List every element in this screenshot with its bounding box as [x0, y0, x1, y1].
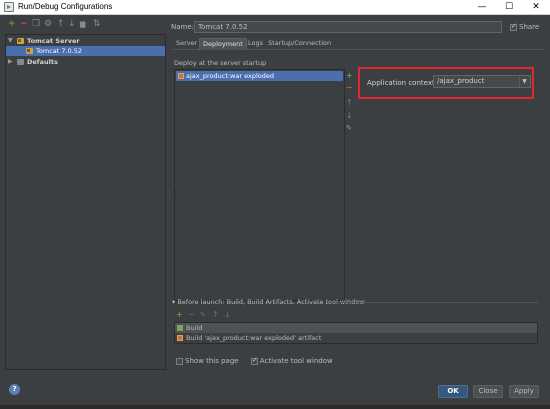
- app-icon: [4, 2, 14, 12]
- add-deploy-icon[interactable]: +: [346, 71, 353, 80]
- show-page-label: Show this page: [185, 357, 239, 365]
- minimize-button[interactable]: —: [468, 0, 496, 15]
- remove-deploy-icon[interactable]: −: [346, 83, 353, 92]
- before-launch-item-label: Build: [186, 324, 203, 332]
- window-title: Run/Debug Configurations: [18, 2, 113, 11]
- configuration-editor: Name: Tomcat 7.0.52 Share Server Deploym…: [171, 18, 548, 370]
- move-up-icon[interactable]: ↑: [212, 310, 219, 320]
- before-launch-item-artifact[interactable]: Build 'ajax_product:war exploded' artifa…: [175, 333, 537, 343]
- tomcat-icon: [17, 38, 24, 44]
- tab-deployment[interactable]: Deployment: [199, 38, 247, 50]
- tree-item-tomcat-server[interactable]: ▼ Tomcat Server: [6, 36, 165, 46]
- deploy-item[interactable]: ajax_product:war exploded: [176, 71, 343, 81]
- deploy-list: ajax_product:war exploded: [174, 69, 345, 301]
- remove-task-icon[interactable]: −: [188, 310, 195, 320]
- application-context-combobox[interactable]: /ajax_product ▼: [433, 75, 531, 88]
- before-launch-item-label: Build 'ajax_product:war exploded' artifa…: [186, 334, 322, 342]
- activate-tool-window-label: Activate tool window: [259, 357, 333, 365]
- tree-item-label: Tomcat 7.0.52: [36, 47, 83, 55]
- tab-server[interactable]: Server: [173, 38, 200, 50]
- deploy-item-label: ajax_product:war exploded: [186, 72, 274, 80]
- edit-task-icon[interactable]: ✎: [200, 310, 206, 320]
- ok-button[interactable]: OK: [438, 385, 468, 398]
- build-icon: [177, 325, 183, 331]
- remove-configuration-icon[interactable]: −: [20, 19, 28, 29]
- help-icon[interactable]: ?: [9, 384, 20, 395]
- tab-startup-connection[interactable]: Startup/Connection: [265, 38, 334, 50]
- tab-logs[interactable]: Logs: [245, 38, 266, 50]
- dialog-footer: ? OK Close Apply: [0, 372, 550, 409]
- before-launch-item-build[interactable]: Build: [175, 323, 537, 333]
- separator: [329, 302, 538, 303]
- share-label: Share: [519, 23, 540, 31]
- artifact-icon: [178, 73, 184, 79]
- expand-arrow-icon[interactable]: ▼: [8, 36, 13, 46]
- before-launch-list: Build Build 'ajax_product:war exploded' …: [174, 322, 538, 344]
- tree-item-tomcat-config[interactable]: Tomcat 7.0.52: [6, 46, 165, 56]
- tree-item-label: Tomcat Server: [27, 37, 80, 45]
- tree-item-label: Defaults: [27, 58, 58, 66]
- name-field[interactable]: Tomcat 7.0.52: [194, 21, 502, 33]
- maximize-button[interactable]: ☐: [495, 0, 523, 15]
- sort-icon[interactable]: ⇅: [93, 19, 101, 29]
- tree-item-defaults[interactable]: ▶ Defaults: [6, 57, 165, 67]
- bottom-edge: [0, 405, 550, 409]
- panel-splitter[interactable]: ⋮: [166, 190, 173, 202]
- add-task-icon[interactable]: +: [176, 310, 183, 320]
- share-checkbox[interactable]: [510, 22, 517, 31]
- defaults-icon: [17, 59, 24, 65]
- settings-icon[interactable]: ⚙: [44, 19, 52, 29]
- deploy-section-label: Deploy at the server startup: [174, 59, 267, 67]
- apply-button[interactable]: Apply: [509, 385, 539, 398]
- show-page-checkbox[interactable]: [176, 357, 183, 365]
- copy-configuration-icon[interactable]: ❐: [32, 19, 40, 29]
- edit-deploy-icon[interactable]: ✎: [346, 124, 352, 133]
- share-option[interactable]: Share: [510, 22, 540, 31]
- move-up-icon[interactable]: ↑: [346, 98, 353, 107]
- collapse-arrow-icon[interactable]: ▶: [8, 57, 13, 67]
- launch-options: Show this page Activate tool window: [176, 356, 343, 365]
- activate-tool-window-checkbox[interactable]: [250, 356, 258, 365]
- title-bar: Run/Debug Configurations — ☐ ✕: [0, 0, 550, 15]
- configurations-toolbar: + − ❐ ⚙ ↑ ↓ ▆ ⇅: [5, 18, 166, 32]
- artifact-icon: [177, 335, 183, 341]
- folder-icon[interactable]: ▆: [80, 19, 85, 29]
- configurations-tree: ▼ Tomcat Server Tomcat 7.0.52 ▶ Defaults: [5, 34, 166, 370]
- application-context-highlight: Application context: /ajax_product ▼: [358, 67, 534, 99]
- move-down-icon[interactable]: ↓: [346, 111, 353, 120]
- configurations-panel: + − ❐ ⚙ ↑ ↓ ▆ ⇅ ▼ Tomcat Server Tomcat 7…: [5, 18, 166, 370]
- add-configuration-icon[interactable]: +: [8, 19, 16, 29]
- close-window-button[interactable]: ✕: [522, 0, 550, 15]
- move-down-icon[interactable]: ↓: [224, 310, 231, 320]
- application-context-value: /ajax_product: [437, 77, 485, 85]
- application-context-label: Application context:: [367, 79, 438, 87]
- chevron-down-icon[interactable]: ▼: [519, 77, 529, 87]
- move-down-icon[interactable]: ↓: [68, 19, 76, 29]
- tomcat-icon: [26, 48, 33, 54]
- move-up-icon[interactable]: ↑: [57, 19, 65, 29]
- close-button[interactable]: Close: [473, 385, 503, 398]
- config-tabs: Server Deployment Logs Startup/Connectio…: [173, 38, 545, 50]
- name-label: Name:: [171, 23, 195, 31]
- before-launch-toolbar: + − ✎ ↑ ↓: [174, 310, 254, 320]
